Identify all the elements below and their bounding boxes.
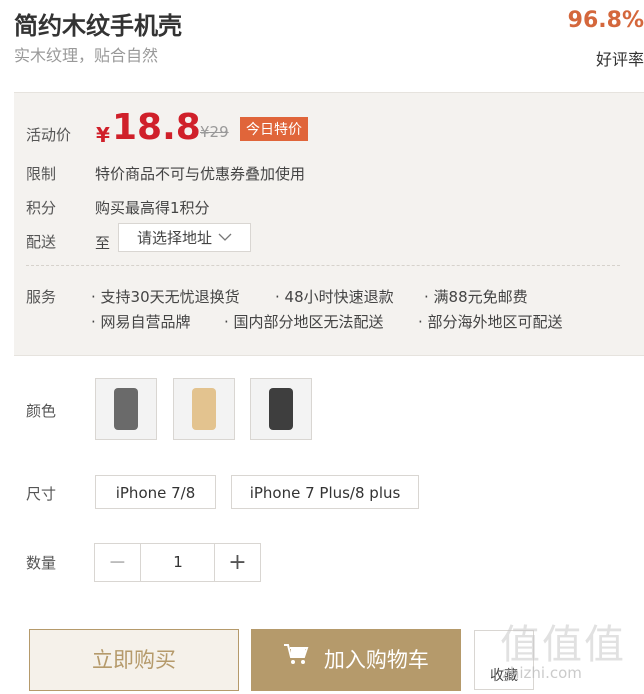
current-price: 18.8 (112, 107, 201, 148)
service-item: · 部分海外地区可配送 (418, 313, 563, 331)
size-option-iphone-7-8[interactable]: iPhone 7/8 (95, 475, 216, 509)
phone-case-image (114, 388, 138, 430)
phone-case-image (192, 388, 216, 430)
original-price: ¥29 (200, 123, 229, 141)
watermark-logo: 值值值 (500, 622, 626, 668)
today-special-badge: 今日特价 (240, 117, 308, 141)
service-item: · 国内部分地区无法配送 (224, 313, 384, 331)
service-item: · 网易自营品牌 (91, 313, 191, 331)
add-to-cart-label: 加入购物车 (323, 648, 429, 672)
size-option-iphone-7-plus[interactable]: iPhone 7 Plus/8 plus (231, 475, 419, 509)
product-title: 简约木纹手机壳 (14, 12, 182, 40)
decrease-button[interactable]: − (95, 544, 141, 581)
buy-now-label: 立即购买 (92, 648, 176, 672)
shopping-cart-icon (283, 628, 309, 690)
increase-button[interactable]: + (214, 544, 260, 581)
address-select[interactable]: 请选择地址 (118, 223, 251, 252)
service-label: 服务 (26, 288, 57, 306)
rating-value: 96.8% (567, 8, 644, 33)
points-text: 购买最高得1积分 (95, 199, 210, 217)
add-to-cart-button[interactable]: 加入购物车 (251, 629, 461, 691)
delivery-to: 至 (95, 234, 111, 252)
address-placeholder: 请选择地址 (137, 229, 213, 247)
service-item: · 支持30天无忧退换货 (91, 288, 240, 306)
limit-text: 特价商品不可与优惠券叠加使用 (95, 165, 306, 183)
chevron-down-icon (218, 223, 232, 252)
color-swatch-wood[interactable] (173, 378, 235, 440)
divider (26, 265, 620, 266)
limit-label: 限制 (26, 165, 57, 183)
service-item: · 满88元免邮费 (424, 288, 528, 306)
points-label: 积分 (26, 199, 57, 217)
product-subtitle: 实木纹理，贴合自然 (14, 46, 159, 65)
buy-now-button[interactable]: 立即购买 (29, 629, 239, 691)
size-label: 尺寸 (26, 485, 57, 503)
price-label: 活动价 (26, 126, 72, 144)
price-panel: 活动价 ¥ 18.8 ¥29 今日特价 限制 特价商品不可与优惠券叠加使用 积分… (14, 92, 644, 356)
quantity-label: 数量 (26, 554, 57, 572)
currency-symbol: ¥ (96, 123, 110, 147)
color-swatch-gray[interactable] (95, 378, 157, 440)
color-swatch-black[interactable] (250, 378, 312, 440)
delivery-label: 配送 (26, 233, 57, 251)
phone-case-image (269, 388, 293, 430)
rating-label: 好评率 (595, 50, 644, 69)
service-item: · 48小时快速退款 (275, 288, 394, 306)
quantity-stepper: − 1 + (94, 543, 261, 582)
watermark-url: zhizhi.com (502, 664, 582, 682)
color-label: 颜色 (26, 402, 57, 420)
quantity-value[interactable]: 1 (141, 544, 215, 581)
